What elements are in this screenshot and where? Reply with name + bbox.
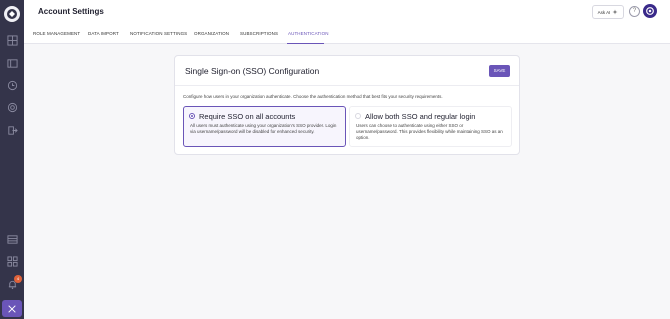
settings-tabs: ROLE MANAGEMENT DATA IMPORT NOTIFICATION… (24, 24, 670, 44)
option-require-sso[interactable]: Require SSO on all accounts All users mu… (183, 106, 346, 147)
card-title: Single Sign-on (SSO) Configuration (185, 66, 320, 76)
option-description: Users can choose to authenticate using e… (356, 123, 503, 140)
card-description: Configure how users in your organization… (183, 94, 443, 99)
page-title: Account Settings (38, 7, 104, 16)
export-icon[interactable] (6, 124, 18, 136)
tab-data-import[interactable]: DATA IMPORT (88, 31, 119, 36)
table-icon[interactable] (6, 233, 18, 245)
tools-icon (8, 304, 16, 313)
sidebar: 4 (0, 0, 24, 319)
dashboard-icon[interactable] (6, 34, 18, 46)
tab-role-management[interactable]: ROLE MANAGEMENT (33, 31, 80, 36)
ask-ai-label: Ask AI (597, 9, 611, 15)
option-title: Allow both SSO and regular login (365, 112, 476, 121)
tab-subscriptions[interactable]: SUBSCRIPTIONS (240, 31, 278, 36)
notification-badge: 4 (14, 275, 22, 283)
avatar[interactable] (643, 4, 657, 18)
tools-button[interactable] (2, 300, 22, 317)
target-icon[interactable] (6, 101, 18, 113)
active-tab-indicator (287, 43, 324, 44)
radio-require-sso[interactable] (189, 113, 195, 119)
radio-allow-both[interactable] (355, 113, 361, 119)
tab-notification-settings[interactable]: NOTIFICATION SETTINGS (130, 31, 187, 36)
app-logo-icon[interactable] (4, 6, 20, 22)
grid-icon[interactable] (6, 255, 18, 267)
user-avatar-icon (646, 7, 654, 15)
tab-authentication[interactable]: AUTHENTICATION (288, 31, 329, 36)
tab-organization[interactable]: ORGANIZATION (194, 31, 229, 36)
help-icon[interactable]: ? (629, 6, 640, 17)
option-allow-both[interactable]: Allow both SSO and regular login Users c… (349, 106, 512, 147)
sparkle-icon (612, 9, 618, 15)
sso-config-card: Single Sign-on (SSO) Configuration SAVE … (174, 55, 520, 155)
option-title: Require SSO on all accounts (199, 112, 296, 121)
save-button[interactable]: SAVE (489, 65, 510, 77)
top-header: Account Settings Ask AI ? (24, 0, 670, 24)
option-description: All users must authenticate using your o… (190, 123, 337, 134)
ask-ai-button[interactable]: Ask AI (592, 5, 624, 19)
layers-icon[interactable] (6, 57, 18, 69)
card-header: Single Sign-on (SSO) Configuration SAVE (175, 56, 519, 86)
clock-icon[interactable] (6, 79, 18, 91)
